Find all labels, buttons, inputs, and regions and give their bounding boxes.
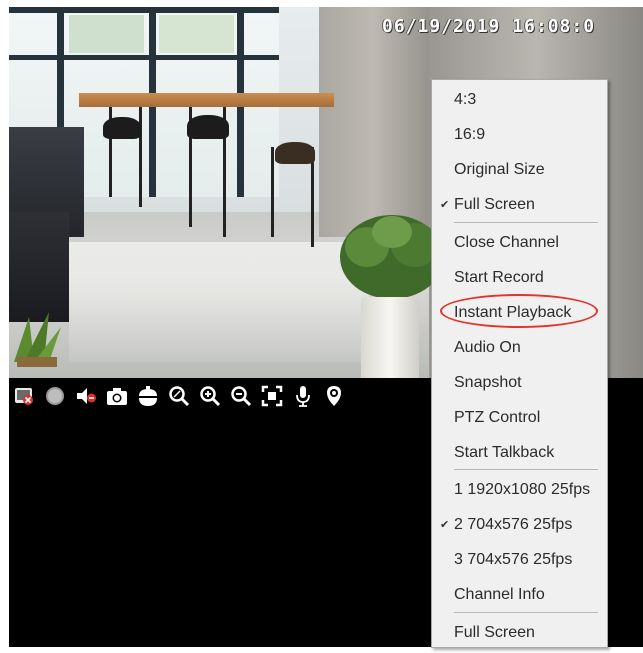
menu-item-aspect-4-3[interactable]: 4:3	[432, 87, 607, 113]
floor-reflection	[69, 242, 369, 362]
menu-separator	[454, 469, 598, 470]
ptz-camera-icon[interactable]	[137, 385, 159, 407]
plant-pot	[361, 297, 419, 378]
menu-item-stream-1[interactable]: 1 1920x1080 25fps	[432, 477, 607, 503]
microphone-icon[interactable]	[292, 385, 314, 407]
timestamp-overlay: 06/19/2019 16:08:0	[382, 16, 596, 37]
settings-icon[interactable]	[323, 385, 345, 407]
menu-item-stream-3[interactable]: 3 704x576 25fps	[432, 547, 607, 573]
context-menu: 4:3 16:9 Original Size ✔ Full Screen Clo…	[431, 79, 608, 648]
menu-item-ptz-control[interactable]: PTZ Control	[432, 405, 607, 431]
bar-counter	[79, 93, 334, 107]
sofa	[9, 212, 69, 322]
zoom-fit-icon[interactable]	[168, 385, 190, 407]
close-preview-icon[interactable]	[13, 385, 35, 407]
menu-separator	[454, 222, 598, 223]
pillar	[319, 7, 439, 237]
menu-separator	[454, 612, 598, 613]
menu-item-original-size[interactable]: Original Size	[432, 157, 607, 183]
menu-item-snapshot[interactable]: Snapshot	[432, 370, 607, 396]
check-mark-icon: ✔	[440, 519, 450, 531]
menu-item-full-screen[interactable]: Full Screen	[432, 620, 607, 646]
fullscreen-icon[interactable]	[261, 385, 283, 407]
check-mark-icon: ✔	[440, 199, 450, 211]
menu-item-channel-info[interactable]: Channel Info	[432, 582, 607, 608]
audio-mute-icon[interactable]	[75, 385, 97, 407]
menu-item-start-talkback[interactable]: Start Talkback	[432, 440, 607, 466]
menu-item-stream-2[interactable]: ✔ 2 704x576 25fps	[432, 512, 607, 538]
menu-item-aspect-16-9[interactable]: 16:9	[432, 122, 607, 148]
record-icon[interactable]	[44, 385, 66, 407]
zoom-in-icon[interactable]	[199, 385, 221, 407]
menu-item-start-record[interactable]: Start Record	[432, 265, 607, 291]
plant	[14, 312, 61, 367]
menu-item-close-channel[interactable]: Close Channel	[432, 230, 607, 256]
menu-item-audio-on[interactable]: Audio On	[432, 335, 607, 361]
menu-item-full-screen-mode[interactable]: ✔ Full Screen	[432, 192, 607, 218]
menu-item-instant-playback[interactable]: Instant Playback	[432, 300, 607, 326]
snapshot-camera-icon[interactable]	[106, 385, 128, 407]
stool	[271, 147, 274, 237]
zoom-out-icon[interactable]	[230, 385, 252, 407]
